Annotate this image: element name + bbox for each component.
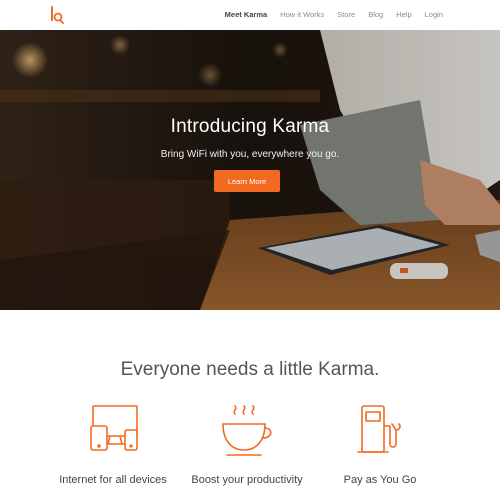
devices-icon	[90, 405, 138, 451]
coffee-cup-icon	[222, 405, 272, 456]
features-tagline: Everyone needs a little Karma.	[120, 359, 380, 380]
fuel-pump-icon	[357, 405, 401, 453]
nav-login[interactable]: Login	[425, 10, 443, 19]
nav-how-it-works[interactable]: How it Works	[280, 10, 324, 19]
feature-label-devices: Internet for all devices	[59, 474, 167, 486]
hero-subtitle: Bring WiFi with you, everywhere you go.	[160, 149, 340, 160]
nav-blog[interactable]: Blog	[368, 10, 383, 19]
nav-store[interactable]: Store	[337, 10, 355, 19]
feature-label-productivity: Boost your productivity	[191, 474, 303, 486]
karma-logo-icon[interactable]	[50, 6, 64, 24]
feature-label-pay: Pay as You Go	[343, 474, 417, 486]
nav-links: Meet Karma How it Works Store Blog Help …	[212, 10, 443, 19]
learn-more-button[interactable]: Learn More	[214, 170, 280, 192]
nav-meet-karma[interactable]: Meet Karma	[225, 10, 268, 19]
feature-productivity: Boost your productivity	[172, 400, 322, 486]
hero-section: Introducing Karma Bring WiFi with you, e…	[0, 30, 500, 310]
top-nav: Meet Karma How it Works Store Blog Help …	[0, 0, 500, 30]
hero-title: Introducing Karma	[170, 116, 330, 137]
feature-pay-as-you-go: Pay as You Go	[305, 400, 455, 486]
feature-devices: Internet for all devices	[38, 400, 188, 486]
nav-help[interactable]: Help	[396, 10, 411, 19]
